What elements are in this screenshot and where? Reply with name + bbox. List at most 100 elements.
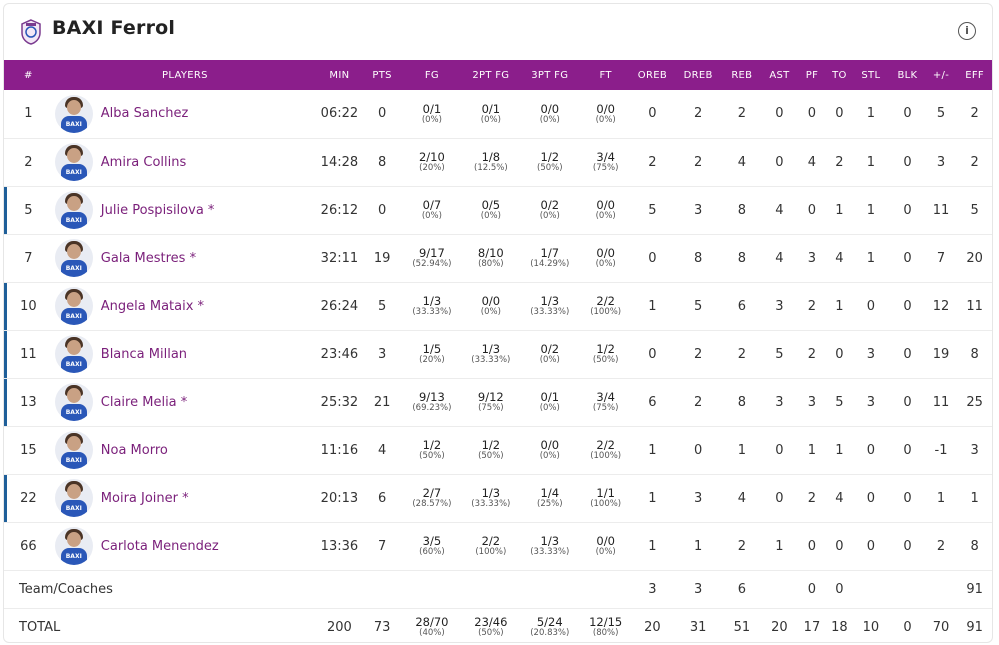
column-header-fg[interactable]: FG [402,60,461,90]
team-stat-to: 0 [835,581,844,597]
stat-blk: 0 [903,442,912,458]
stat-stl: 1 [866,250,876,266]
player-avatar[interactable]: BAXI [54,94,93,133]
total-ast: 20 [771,619,788,635]
total-label: TOTAL [19,619,61,635]
column-header-stl[interactable]: STL [854,60,889,90]
column-header-to[interactable]: TO [825,60,853,90]
column-header-number[interactable]: # [4,60,53,90]
stat-to: 0 [835,538,844,554]
column-header-reb[interactable]: REB [724,60,761,90]
player-name-link[interactable]: Gala Mestres * [101,251,196,266]
player-cell: BAXI Moira Joiner * [53,474,317,522]
stat-percentage: (0%) [595,211,616,221]
player-cell: BAXI Julie Pospisilova * [53,186,317,234]
stat-fg2: 1/3 (33.33%) [461,474,520,522]
team-stat-stl [854,570,889,608]
player-avatar[interactable]: BAXI [54,239,93,277]
stat-made-attempted: 0/0 [596,101,615,116]
column-header-plus-minus[interactable]: +/- [927,60,955,90]
stat-min: 23:46 [320,346,359,362]
player-avatar[interactable]: BAXI [54,527,93,565]
player-avatar[interactable]: BAXI [54,287,93,325]
stat-percentage: (33.33%) [471,499,511,509]
stat-ft: 2/2 (100%) [579,282,632,330]
player-name-link[interactable]: Claire Melia * [101,395,188,410]
stat-pm: 7 [936,250,946,266]
stat-made-attempted: 0/1 [422,101,442,116]
starter-indicator [4,282,7,330]
column-header-eff[interactable]: EFF [955,60,992,90]
column-header-3pt-fg[interactable]: 3PT FG [520,60,579,90]
stat-made-attempted: 0/2 [540,198,560,212]
stat-reb: 2 [737,346,746,362]
stat-made-attempted: 1/3 [481,342,501,356]
stat-to: 4 [835,250,844,266]
jersey-label: BAXI [65,361,82,368]
stat-fg3: 1/3 (33.33%) [520,522,579,570]
stat-percentage: (20%) [419,355,445,365]
player-name-link[interactable]: Angela Mataix * [101,299,204,314]
stat-fg3: 0/0 (0%) [520,90,579,138]
column-header-2pt-fg[interactable]: 2PT FG [461,60,520,90]
stat-dreb: 3 [694,490,703,506]
stat-pts: 0 [377,106,387,122]
stat-pts: 6 [377,490,387,506]
stat-percentage: (50%) [478,451,504,461]
player-name-link[interactable]: Moira Joiner * [101,491,189,506]
stat-to: 5 [835,394,844,410]
stat-fg3: 0/2 (0%) [520,186,579,234]
player-avatar[interactable]: BAXI [54,335,93,373]
player-name-link[interactable]: Blanca Millan [101,347,187,362]
stat-pf: 0 [807,538,817,554]
player-avatar[interactable]: BAXI [54,143,93,181]
column-header-min[interactable]: MIN [317,60,362,90]
stat-to: 1 [835,202,844,218]
stat-oreb: 0 [648,250,657,266]
player-number-cell: 22 [4,474,53,522]
player-number-cell: 10 [4,282,53,330]
stat-pf: 3 [807,250,817,266]
stat-to: 2 [835,154,844,170]
column-header-pf[interactable]: PF [799,60,825,90]
player-avatar[interactable]: BAXI [54,191,93,229]
player-name-link[interactable]: Noa Morro [101,443,168,458]
column-header-oreb[interactable]: OREB [632,60,673,90]
stat-blk: 0 [903,298,912,314]
stat-ft: 12/15 (80%) [579,608,632,642]
stat-made-attempted: 0/7 [422,198,442,212]
stat-pts: 21 [373,394,391,410]
player-name-link[interactable]: Alba Sanchez [101,106,189,121]
stat-pm: 5 [936,106,946,122]
player-name-link[interactable]: Amira Collins [101,155,187,170]
stat-pm: 1 [936,490,946,506]
jersey-label: BAXI [65,120,82,128]
stat-percentage: (0%) [539,211,560,221]
stat-made-attempted: 0/0 [540,101,560,116]
info-icon[interactable]: i [958,22,976,40]
column-header-blk[interactable]: BLK [888,60,927,90]
stat-fg3: 1/2 (50%) [520,138,579,186]
column-header-dreb[interactable]: DREB [673,60,724,90]
stat-fg2: 9/12 (75%) [461,378,520,426]
column-header-ast[interactable]: AST [760,60,799,90]
stat-min: 13:36 [320,538,359,554]
player-avatar[interactable]: BAXI [54,479,93,517]
player-name-link[interactable]: Carlota Menendez [101,539,219,554]
column-header-ft[interactable]: FT [579,60,632,90]
stat-ft: 1/1 (100%) [579,474,632,522]
stat-fg2: 0/5 (0%) [461,186,520,234]
player-name-link[interactable]: Julie Pospisilova * [101,203,215,218]
stat-pm: 11 [932,394,950,410]
stat-to: 0 [835,346,844,362]
stat-pf: 3 [807,394,817,410]
column-header-pts[interactable]: PTS [362,60,403,90]
player-avatar[interactable]: BAXI [54,431,93,469]
player-avatar[interactable]: BAXI [54,383,93,421]
stat-percentage: (0%) [539,403,560,413]
player-number: 15 [20,442,37,458]
column-header-players[interactable]: PLAYERS [53,60,317,90]
stat-pts: 8 [377,154,387,170]
stat-made-attempted: 1/2 [422,438,442,452]
stat-percentage: (100%) [590,451,622,461]
